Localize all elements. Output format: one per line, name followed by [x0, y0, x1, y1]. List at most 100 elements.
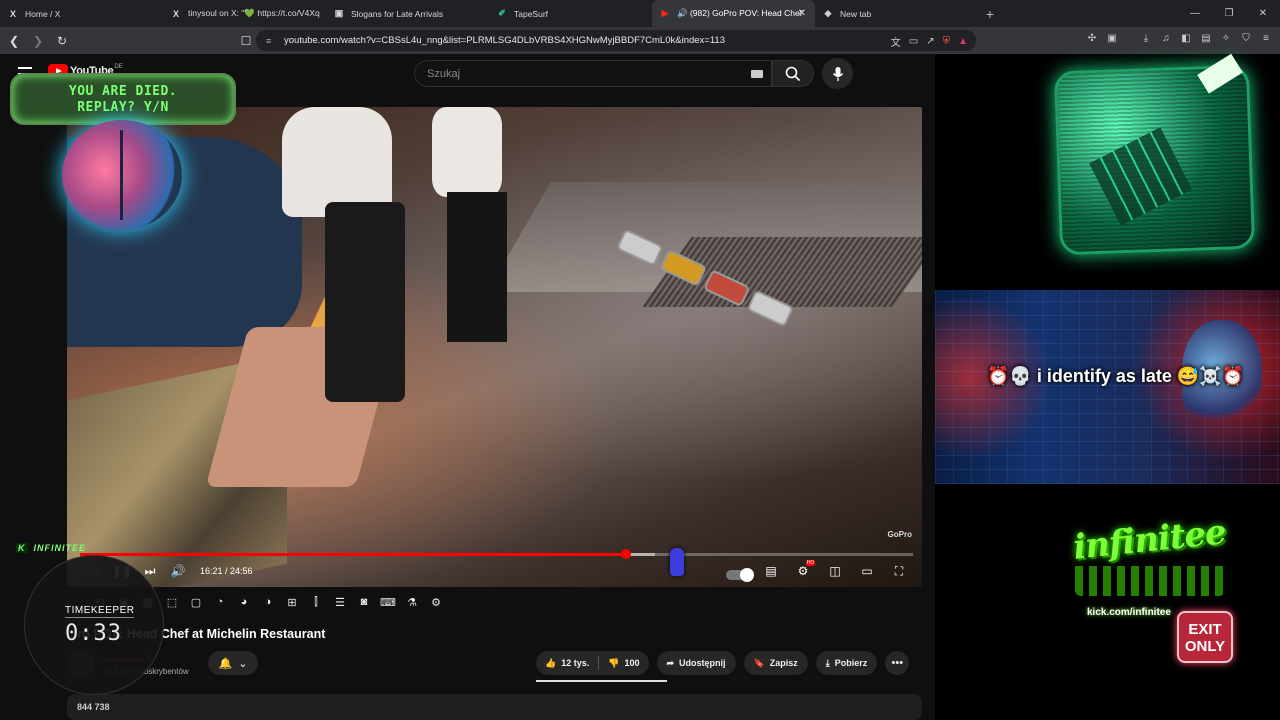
video-player[interactable]: GoPro: [67, 107, 922, 587]
chat-icon: ▣: [334, 8, 344, 18]
chef-white-shirt: [432, 107, 502, 197]
music-icon[interactable]: ♫: [1160, 33, 1172, 47]
lab-icon[interactable]: ⚗: [402, 596, 422, 612]
camera-icon[interactable]: ◙: [354, 596, 374, 612]
hd-badge: HD: [805, 560, 815, 566]
url-text: youtube.com/watch?v=CBSsL4u_nng&list=PLR…: [284, 35, 725, 46]
close-tab-icon[interactable]: ✕: [798, 8, 806, 19]
tab-label: tinysoul on X: "💚 https://t.co/V4Xq: [188, 8, 320, 18]
brain-overlay: [62, 120, 182, 230]
list-icon[interactable]: ☰: [330, 596, 350, 612]
stream-side-panel: ⏰💀 i identify as late 😅☠️⏰ infinitee kic…: [935, 53, 1280, 720]
game-over-banner: YOU ARE DIED. REPLAY? Y/N: [10, 73, 236, 125]
address-bar-actions: 文 ▭ ↗ ⛨ ▲: [891, 34, 968, 49]
search-button[interactable]: [772, 60, 814, 87]
chef-apron: [447, 192, 507, 342]
tab-tinysoul[interactable]: X tinysoul on X: "💚 https://t.co/V4Xq: [163, 0, 326, 27]
nav-bar: ❮ ❯ ↻ ☐ ≡ youtube.com/watch?v=CBSsL4u_nn…: [0, 27, 1280, 54]
tab-new-tab[interactable]: ◈ New tab: [815, 0, 978, 27]
back-icon[interactable]: ❮: [4, 31, 24, 51]
kick-url: kick.com/infinitee: [1087, 607, 1171, 618]
bookmark-icon[interactable]: ☐: [236, 31, 256, 51]
like-dislike-group: 👍 12 tys. 👎 100: [536, 651, 649, 675]
window-controls: — ❐ ✕: [1178, 0, 1280, 27]
cast-icon[interactable]: ▭: [909, 36, 918, 47]
add-icon[interactable]: ⊞: [282, 596, 302, 612]
volume-icon[interactable]: 🔊: [164, 559, 192, 583]
dislike-button[interactable]: 👎 100: [599, 651, 648, 675]
gear-icon[interactable]: ⚙: [426, 596, 446, 612]
like-button[interactable]: 👍 12 tys.: [536, 651, 598, 675]
screenshot-icon[interactable]: ▣: [1106, 33, 1118, 47]
vpn-icon[interactable]: ⛉: [1240, 33, 1252, 47]
autoplay-toggle[interactable]: [725, 559, 754, 583]
share-arrow-icon: ➦: [666, 657, 675, 668]
region-code: DE: [114, 64, 123, 70]
speed-up-icon[interactable]: ◑: [258, 596, 278, 612]
subtitles-icon[interactable]: ▤: [757, 559, 785, 583]
player-controls: ⏮ ❚❚ ⏭ 🔊 16:21 / 24:56 ▤ ⚙HD ◫ ▭ ⛶: [80, 559, 913, 583]
kick-icon: K: [16, 543, 28, 553]
extensions-icon[interactable]: ✣: [1086, 33, 1098, 47]
scrubber-handle[interactable]: [620, 549, 631, 559]
tab-label: New tab: [840, 8, 872, 19]
close-window-icon[interactable]: ✕: [1246, 0, 1280, 27]
brave-shield-icon[interactable]: ⛨: [943, 36, 951, 47]
time-display: 16:21 / 24:56: [200, 566, 253, 576]
banknote-graphic: [1197, 53, 1243, 94]
tab-home-x[interactable]: X Home / X: [0, 0, 163, 27]
share-icon[interactable]: ↗: [926, 36, 934, 47]
share-button[interactable]: ➦ Udostępnij: [656, 651, 736, 675]
like-underline: [536, 680, 667, 682]
gopro-watermark: GoPro: [887, 530, 912, 539]
infinitee-badge: K INFINITEE: [16, 543, 86, 553]
split-icon[interactable]: ⫿: [306, 596, 326, 612]
download-icon[interactable]: ⤓: [1140, 33, 1152, 47]
voice-search-button[interactable]: [822, 58, 853, 89]
progress-bar[interactable]: [80, 549, 913, 559]
chef-white-shirt: [282, 107, 392, 217]
tab-tapesurf[interactable]: ✐ TapeSurf: [489, 0, 652, 27]
keyboard-icon[interactable]: ⌨: [378, 596, 398, 612]
site-settings-icon[interactable]: ≡: [266, 36, 276, 46]
tab-label: 🔊 (982) GoPro POV: Head Chef: [677, 8, 803, 18]
more-actions-button[interactable]: •••: [885, 651, 910, 675]
tab-youtube-active[interactable]: ▶ 🔊 (982) GoPro POV: Head Chef ✕: [652, 0, 815, 27]
theater-mode-icon[interactable]: ▭: [853, 559, 881, 583]
wallet-icon[interactable]: ▤: [1200, 33, 1212, 47]
timekeeper-label: TIMEKEEPER: [65, 605, 135, 618]
speed-icon[interactable]: ◔: [210, 596, 230, 612]
infinitee-logo: infinitee: [1071, 512, 1228, 568]
rewards-icon[interactable]: ▲: [958, 36, 968, 47]
ai-icon[interactable]: ✧: [1220, 33, 1232, 47]
new-tab-button[interactable]: +: [978, 6, 1002, 22]
address-bar[interactable]: ≡ youtube.com/watch?v=CBSsL4u_nng&list=P…: [256, 30, 976, 51]
chef-apron: [325, 202, 405, 402]
miniplayer-icon[interactable]: ◫: [821, 559, 849, 583]
save-button[interactable]: 🔖 Zapisz: [743, 651, 808, 675]
minimize-icon[interactable]: —: [1178, 0, 1212, 27]
played-bar: [80, 553, 626, 556]
badge-text: INFINITEE: [33, 543, 87, 553]
notifications-button[interactable]: 🔔 ⌄: [208, 651, 258, 675]
reload-icon[interactable]: ↻: [52, 31, 72, 51]
download-button[interactable]: ⤓ Pobierz: [815, 651, 878, 675]
menu-icon[interactable]: ≡: [1260, 33, 1272, 47]
speed-down-icon[interactable]: ◕: [234, 596, 254, 612]
crop-icon[interactable]: ⬚: [162, 596, 182, 612]
settings-icon[interactable]: ⚙ HD: [789, 559, 817, 583]
bookmark-icon: 🔖: [753, 657, 765, 668]
forward-icon[interactable]: ❯: [28, 31, 48, 51]
sidebar-icon[interactable]: ◧: [1180, 33, 1192, 47]
tab-slogans[interactable]: ▣ Slogans for Late Arrivals: [326, 0, 489, 27]
translate-icon[interactable]: 文: [891, 34, 901, 49]
fullscreen-icon[interactable]: ⛶: [885, 559, 913, 583]
keyboard-icon[interactable]: [751, 70, 763, 78]
restore-icon[interactable]: ❐: [1212, 0, 1246, 27]
tab-bar: X Home / X X tinysoul on X: "💚 https://t…: [0, 0, 1280, 27]
exit-only-sign: EXIT ONLY: [1177, 611, 1233, 663]
screen: X Home / X X tinysoul on X: "💚 https://t…: [0, 0, 1280, 720]
aspect-icon[interactable]: ▢: [186, 596, 206, 612]
search-input[interactable]: Szukaj: [414, 60, 772, 87]
description-box[interactable]: 844 738: [67, 694, 922, 720]
